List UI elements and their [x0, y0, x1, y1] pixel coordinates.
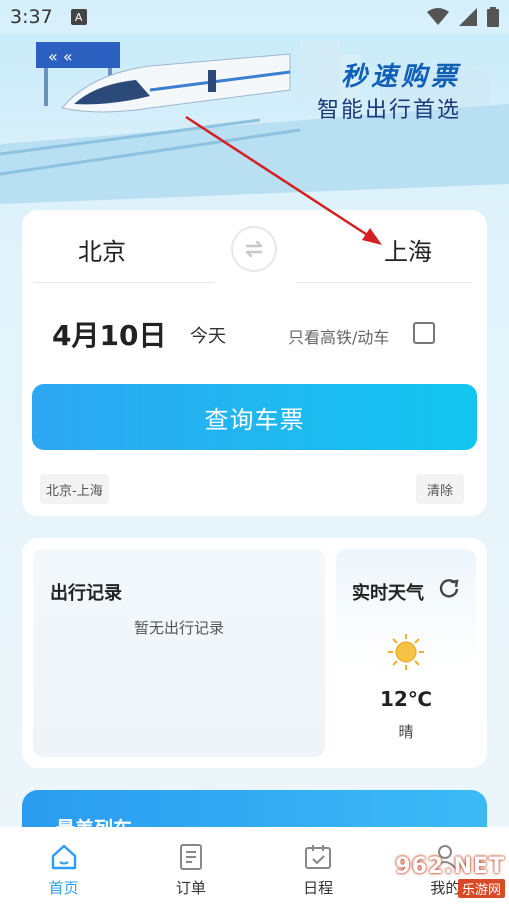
- home-icon: [51, 844, 76, 870]
- to-city-divider: [296, 282, 472, 283]
- refresh-icon[interactable]: [438, 577, 460, 599]
- nav-home-label: 首页: [48, 879, 79, 897]
- banner-subtitle: 智能出行首选: [316, 98, 461, 123]
- svg-text:« «: « «: [48, 47, 73, 66]
- clear-history-button[interactable]: 清除: [416, 474, 464, 504]
- nav-orders[interactable]: 订单: [127, 827, 254, 906]
- promo-banner: « « 秒速购票 智能出行首选: [0, 34, 509, 204]
- to-city[interactable]: 上海: [384, 232, 432, 267]
- high-speed-only-checkbox[interactable]: [413, 322, 435, 344]
- info-card: 出行记录 暂无出行记录 实时天气 12℃ 晴: [22, 538, 487, 768]
- search-history-chip[interactable]: 北京-上海: [40, 474, 109, 504]
- wifi-icon: [427, 8, 449, 25]
- watermark-bottom: 乐游网: [457, 879, 505, 898]
- site-watermark: 962.NET 乐游网: [370, 852, 505, 900]
- weather-panel: 实时天气 12℃ 晴: [336, 549, 476, 757]
- records-empty-text: 暂无出行记录: [133, 619, 224, 637]
- calendar-icon: [305, 845, 332, 869]
- signal-icon: [459, 8, 477, 26]
- battery-icon: [487, 7, 499, 27]
- status-icons: [427, 7, 499, 27]
- records-title: 出行记录: [50, 583, 122, 604]
- ticket-search-card: 北京 上海 4月10日 今天 只看高铁/动车 查询车票 北京-上海 清除: [22, 210, 487, 516]
- status-bar: 3:37 A: [0, 0, 509, 34]
- watermark-top: 962.NET: [395, 854, 505, 879]
- temperature: 12℃: [379, 687, 433, 711]
- weather-title: 实时天气: [352, 583, 424, 604]
- nav-schedule[interactable]: 日程: [255, 827, 382, 906]
- sunny-icon: [388, 634, 424, 670]
- swap-cities-button[interactable]: [231, 226, 277, 272]
- swap-icon: [245, 240, 263, 258]
- from-city-divider: [34, 282, 214, 283]
- nav-home[interactable]: 首页: [0, 827, 127, 906]
- nav-schedule-label: 日程: [303, 879, 334, 897]
- status-time: 3:37: [10, 6, 53, 28]
- from-city[interactable]: 北京: [78, 232, 126, 267]
- notification-a-icon: A: [70, 9, 87, 25]
- nav-orders-label: 订单: [175, 879, 206, 897]
- query-tickets-button[interactable]: 查询车票: [32, 384, 477, 450]
- order-icon: [179, 844, 202, 870]
- high-speed-only-label: 只看高铁/动车: [288, 328, 390, 347]
- banner-title: 秒速购票: [340, 62, 461, 92]
- travel-records-panel[interactable]: 出行记录 暂无出行记录: [33, 549, 325, 757]
- weather-condition: 晴: [398, 723, 414, 741]
- day-label: 今天: [190, 326, 226, 347]
- departure-date[interactable]: 4月10日: [52, 314, 166, 354]
